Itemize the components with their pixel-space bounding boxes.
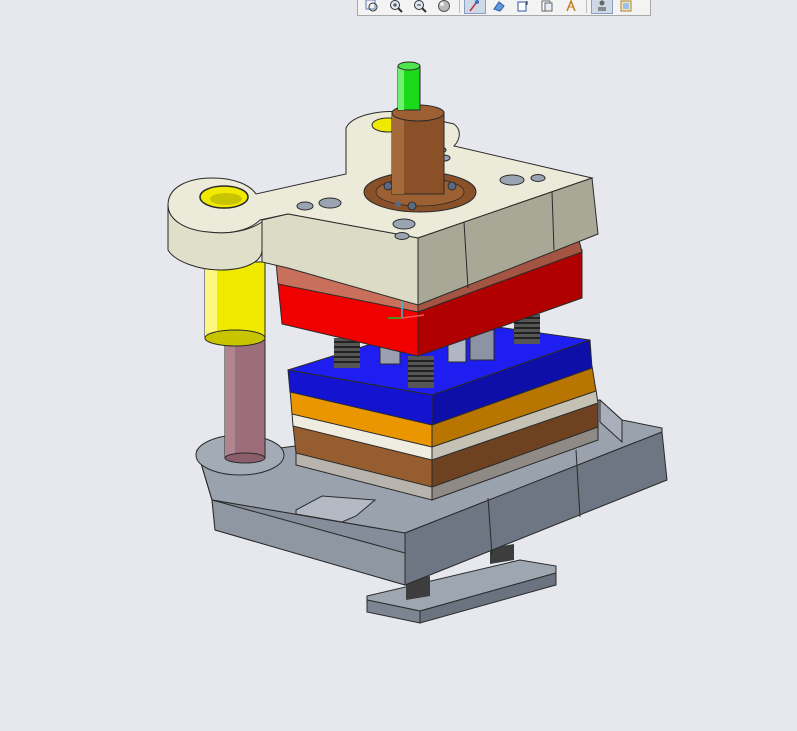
zoom-out-icon[interactable]: [409, 0, 431, 14]
guide-pillar[interactable]: [224, 329, 266, 464]
layers-icon[interactable]: [536, 0, 558, 14]
spring-mid: [408, 356, 434, 388]
zoom-window-icon[interactable]: [361, 0, 383, 14]
display-style-icon[interactable]: [591, 0, 613, 14]
appearance-icon[interactable]: [615, 0, 637, 14]
saved-views-icon[interactable]: [488, 0, 510, 14]
graphics-toolbar: [357, 0, 651, 16]
spring-left: [334, 338, 360, 368]
die-assembly-model[interactable]: [0, 0, 797, 727]
datum-display-icon[interactable]: [560, 0, 582, 14]
toolbar-separator: [586, 0, 587, 13]
shading-icon[interactable]: [433, 0, 455, 14]
model-viewport[interactable]: [0, 0, 797, 727]
guide-bushing[interactable]: [204, 261, 266, 347]
zoom-in-icon[interactable]: [385, 0, 407, 14]
toolbar-separator: [459, 0, 460, 13]
orient-icon[interactable]: [512, 0, 534, 14]
spin-center-icon[interactable]: [464, 0, 486, 14]
punch-shank[interactable]: [397, 61, 421, 111]
